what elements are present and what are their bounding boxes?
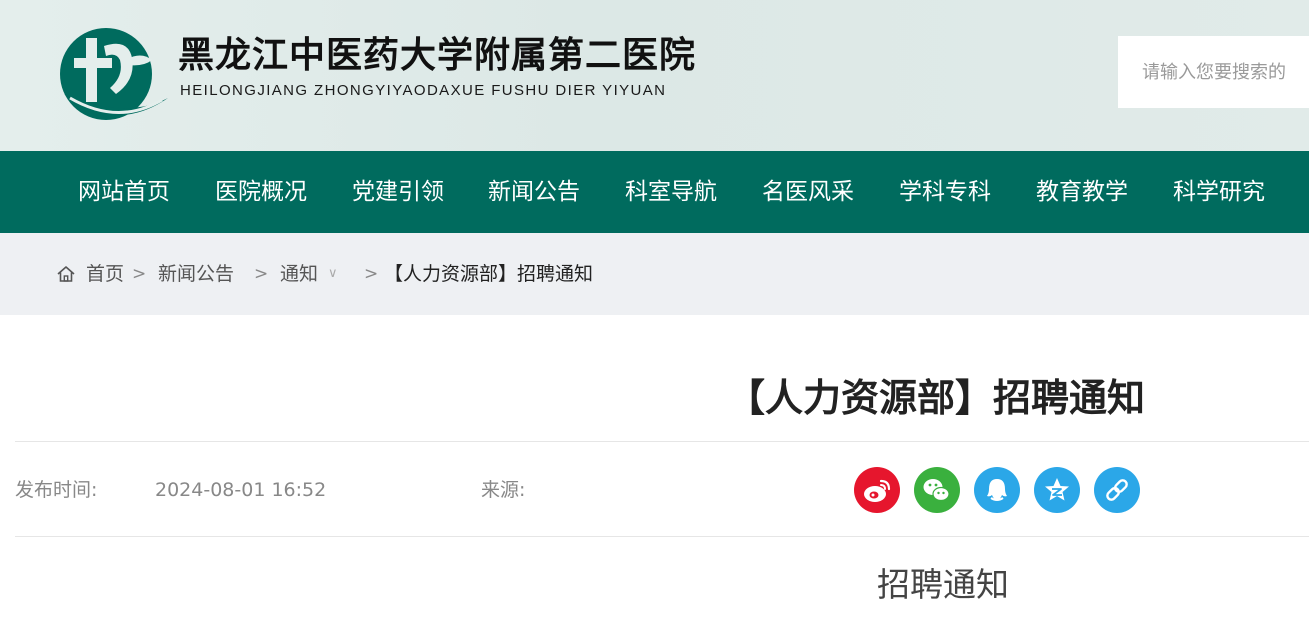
publish-time-value: 2024-08-01 16:52 — [155, 479, 327, 501]
breadcrumb: 首页 > 新闻公告 > 通知 ∨ > 【人力资源部】招聘通知 — [0, 233, 1309, 315]
qq-icon[interactable] — [974, 467, 1020, 513]
nav-item-news[interactable]: 新闻公告 — [488, 151, 580, 233]
site-subtitle: HEILONGJIANG ZHONGYIYAODAXUE FUSHU DIER … — [180, 82, 667, 99]
weibo-icon[interactable] — [854, 467, 900, 513]
breadcrumb-separator: > — [364, 264, 379, 284]
article-title: 【人力资源部】招聘通知 — [727, 376, 1146, 420]
search-input[interactable] — [1118, 36, 1309, 108]
breadcrumb-notice[interactable]: 通知 — [280, 233, 318, 315]
chevron-down-icon[interactable]: ∨ — [328, 233, 338, 315]
article-subtitle: 招聘通知 — [877, 565, 1009, 604]
main-nav: 网站首页 医院概况 党建引领 新闻公告 科室导航 名医风采 学科专科 教育教学 … — [0, 151, 1309, 233]
source-label: 来源: — [481, 479, 526, 501]
site-header: 黑龙江中医药大学附属第二医院 HEILONGJIANG ZHONGYIYAODA… — [0, 0, 1309, 151]
nav-item-research[interactable]: 科学研究 — [1173, 151, 1265, 233]
breadcrumb-separator: > — [132, 264, 147, 284]
breadcrumb-current: 【人力资源部】招聘通知 — [384, 263, 594, 285]
nav-item-departments[interactable]: 科室导航 — [625, 151, 717, 233]
breadcrumb-separator: > — [254, 264, 269, 284]
wechat-icon[interactable] — [914, 467, 960, 513]
home-icon[interactable] — [56, 264, 76, 284]
nav-item-doctors[interactable]: 名医风采 — [762, 151, 854, 233]
divider — [15, 441, 1309, 442]
site-title: 黑龙江中医药大学附属第二医院 — [178, 34, 697, 76]
hospital-logo-icon[interactable] — [56, 24, 174, 124]
nav-item-overview[interactable]: 医院概况 — [215, 151, 307, 233]
qzone-icon[interactable] — [1034, 467, 1080, 513]
copy-link-icon[interactable] — [1094, 467, 1140, 513]
breadcrumb-home[interactable]: 首页 — [86, 233, 124, 315]
nav-item-home[interactable]: 网站首页 — [78, 151, 170, 233]
publish-time-label: 发布时间: — [15, 479, 98, 501]
nav-item-party[interactable]: 党建引领 — [352, 151, 444, 233]
nav-item-education[interactable]: 教育教学 — [1036, 151, 1128, 233]
nav-item-disciplines[interactable]: 学科专科 — [899, 151, 991, 233]
divider — [15, 536, 1309, 537]
breadcrumb-news[interactable]: 新闻公告 — [158, 233, 234, 315]
